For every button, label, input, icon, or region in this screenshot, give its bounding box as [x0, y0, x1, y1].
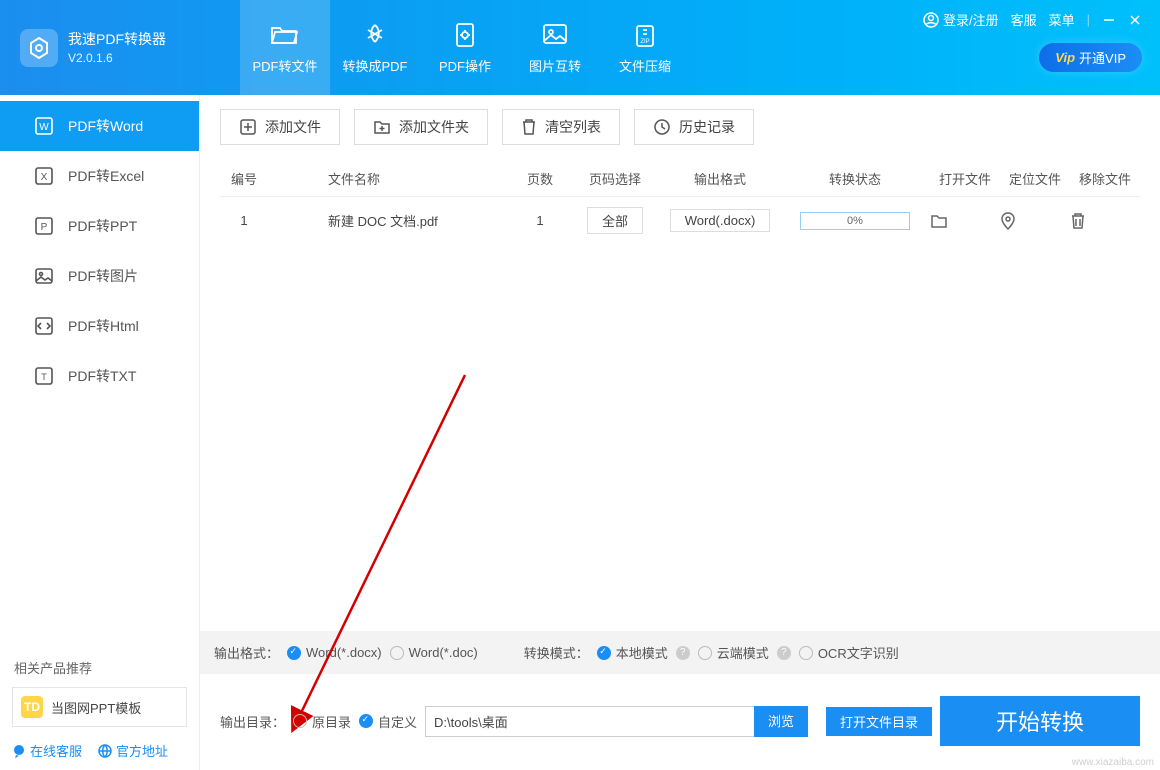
progress-bar: 0% — [800, 212, 910, 230]
app-version: V2.0.1.6 — [68, 51, 166, 65]
help-cloud-icon[interactable]: ? — [777, 646, 791, 660]
tab-compress[interactable]: ZIP 文件压缩 — [600, 0, 690, 95]
table-header: 编号 文件名称 页数 页码选择 输出格式 转换状态 打开文件 定位文件 移除文件 — [220, 161, 1140, 197]
svg-text:X: X — [41, 172, 48, 183]
ppt-icon: P — [34, 216, 54, 236]
globe-icon — [98, 744, 112, 758]
format-bar: 输出格式： Word(*.docx) Word(*.doc) 转换模式： 本地模… — [200, 631, 1160, 674]
start-convert-button[interactable]: 开始转换 — [940, 696, 1140, 746]
cell-id: 1 — [220, 213, 268, 228]
chat-icon — [12, 744, 26, 758]
format-select-button[interactable]: Word(.docx) — [670, 209, 771, 232]
sidebar-item-pdf-to-html[interactable]: PDF转Html — [0, 301, 199, 351]
open-file-icon[interactable] — [930, 213, 1000, 229]
radio-ocr-mode[interactable]: OCR文字识别 — [799, 643, 899, 662]
online-support-link[interactable]: 在线客服 — [12, 741, 82, 760]
menu-link[interactable]: 菜单 — [1049, 10, 1075, 29]
sidebar-item-pdf-to-image[interactable]: PDF转图片 — [0, 251, 199, 301]
gear-document-icon — [453, 20, 477, 50]
svg-text:P: P — [41, 222, 48, 233]
col-pages: 页数 — [510, 169, 570, 188]
svg-text:ZIP: ZIP — [640, 39, 649, 45]
related-products-title: 相关产品推荐 — [12, 648, 187, 687]
output-path-input[interactable]: D:\tools\桌面 — [425, 706, 754, 737]
html-icon — [34, 316, 54, 336]
sidebar-item-pdf-to-txt[interactable]: T PDF转TXT — [0, 351, 199, 401]
browse-button[interactable]: 浏览 — [754, 706, 808, 737]
add-folder-icon — [373, 118, 391, 136]
col-format: 输出格式 — [660, 169, 780, 188]
official-site-link[interactable]: 官方地址 — [98, 741, 168, 760]
page-select-button[interactable]: 全部 — [587, 207, 643, 234]
remove-file-icon[interactable] — [1070, 212, 1140, 230]
related-product-card[interactable]: TD 当图网PPT模板 — [12, 687, 187, 727]
txt-icon: T — [34, 366, 54, 386]
file-table: 编号 文件名称 页数 页码选择 输出格式 转换状态 打开文件 定位文件 移除文件… — [220, 161, 1140, 631]
radio-doc[interactable]: Word(*.doc) — [390, 645, 478, 660]
support-link[interactable]: 客服 — [1011, 10, 1037, 29]
minimize-icon[interactable] — [1102, 13, 1116, 27]
main-tabs: PDF转文件 转换成PDF PDF操作 图片互转 ZIP 文件压缩 — [240, 0, 690, 95]
col-id: 编号 — [220, 169, 268, 188]
convert-mode-label: 转换模式： — [524, 643, 589, 662]
sidebar: W PDF转Word X PDF转Excel P PDF转PPT PDF转图片 … — [0, 95, 200, 770]
col-remove: 移除文件 — [1070, 169, 1140, 188]
add-file-icon — [239, 118, 257, 136]
vip-badge-icon: Vip — [1055, 50, 1075, 65]
tab-pdf-ops[interactable]: PDF操作 — [420, 0, 510, 95]
open-dir-button[interactable]: 打开文件目录 — [826, 707, 932, 736]
trash-icon — [521, 118, 537, 136]
col-name: 文件名称 — [268, 169, 510, 188]
output-format-label: 输出格式： — [214, 643, 279, 662]
clear-list-button[interactable]: 清空列表 — [502, 109, 620, 145]
cell-filename: 新建 DOC 文档.pdf — [268, 211, 510, 230]
radio-local-mode[interactable]: 本地模式 — [597, 643, 668, 662]
col-pagesel: 页码选择 — [570, 169, 660, 188]
app-name: 我速PDF转换器 — [68, 30, 166, 50]
table-row: 1 新建 DOC 文档.pdf 1 全部 Word(.docx) 0% — [220, 197, 1140, 244]
dangtu-logo-icon: TD — [21, 696, 43, 718]
sidebar-item-pdf-to-word[interactable]: W PDF转Word — [0, 101, 199, 151]
header-right: 登录/注册 客服 菜单 | Vip 开通VIP — [923, 0, 1160, 95]
add-folder-button[interactable]: 添加文件夹 — [354, 109, 488, 145]
sidebar-item-pdf-to-excel[interactable]: X PDF转Excel — [0, 151, 199, 201]
svg-text:T: T — [41, 372, 47, 382]
app-header: 我速PDF转换器 V2.0.1.6 PDF转文件 转换成PDF PDF操作 图片… — [0, 0, 1160, 95]
svg-text:W: W — [39, 122, 49, 133]
vip-button[interactable]: Vip 开通VIP — [1039, 43, 1142, 72]
zip-icon: ZIP — [633, 20, 657, 50]
app-logo-icon — [20, 29, 58, 67]
image-icon — [542, 20, 568, 50]
col-open: 打开文件 — [930, 169, 1000, 188]
radio-cloud-mode[interactable]: 云端模式 — [698, 643, 769, 662]
output-dir-label: 输出目录： — [220, 712, 285, 731]
toolbar: 添加文件 添加文件夹 清空列表 历史记录 — [220, 109, 1140, 145]
history-button[interactable]: 历史记录 — [634, 109, 754, 145]
help-local-icon[interactable]: ? — [676, 646, 690, 660]
folder-open-icon — [270, 20, 300, 50]
radio-docx[interactable]: Word(*.docx) — [287, 645, 382, 660]
cell-pages: 1 — [510, 213, 570, 228]
tab-to-pdf[interactable]: 转换成PDF — [330, 0, 420, 95]
main-area: 添加文件 添加文件夹 清空列表 历史记录 编号 文件名称 页数 页码选择 — [200, 95, 1160, 770]
tab-pdf-to-file[interactable]: PDF转文件 — [240, 0, 330, 95]
col-status: 转换状态 — [780, 169, 930, 188]
col-locate: 定位文件 — [1000, 169, 1070, 188]
tab-image-convert[interactable]: 图片互转 — [510, 0, 600, 95]
login-link[interactable]: 登录/注册 — [923, 10, 999, 29]
image-small-icon — [34, 266, 54, 286]
pdf-icon — [362, 20, 388, 50]
locate-file-icon[interactable] — [1000, 212, 1070, 230]
radio-original-dir[interactable]: 原目录 — [293, 712, 351, 731]
add-file-button[interactable]: 添加文件 — [220, 109, 340, 145]
excel-icon: X — [34, 166, 54, 186]
sidebar-item-pdf-to-ppt[interactable]: P PDF转PPT — [0, 201, 199, 251]
close-icon[interactable] — [1128, 13, 1142, 27]
word-icon: W — [34, 116, 54, 136]
radio-custom-dir[interactable]: 自定义 — [359, 712, 417, 731]
clock-icon — [653, 118, 671, 136]
logo-area: 我速PDF转换器 V2.0.1.6 — [0, 0, 200, 95]
output-bar: 输出目录： 原目录 自定义 D:\tools\桌面 浏览 打开文件目录 开始转换 — [220, 674, 1140, 770]
